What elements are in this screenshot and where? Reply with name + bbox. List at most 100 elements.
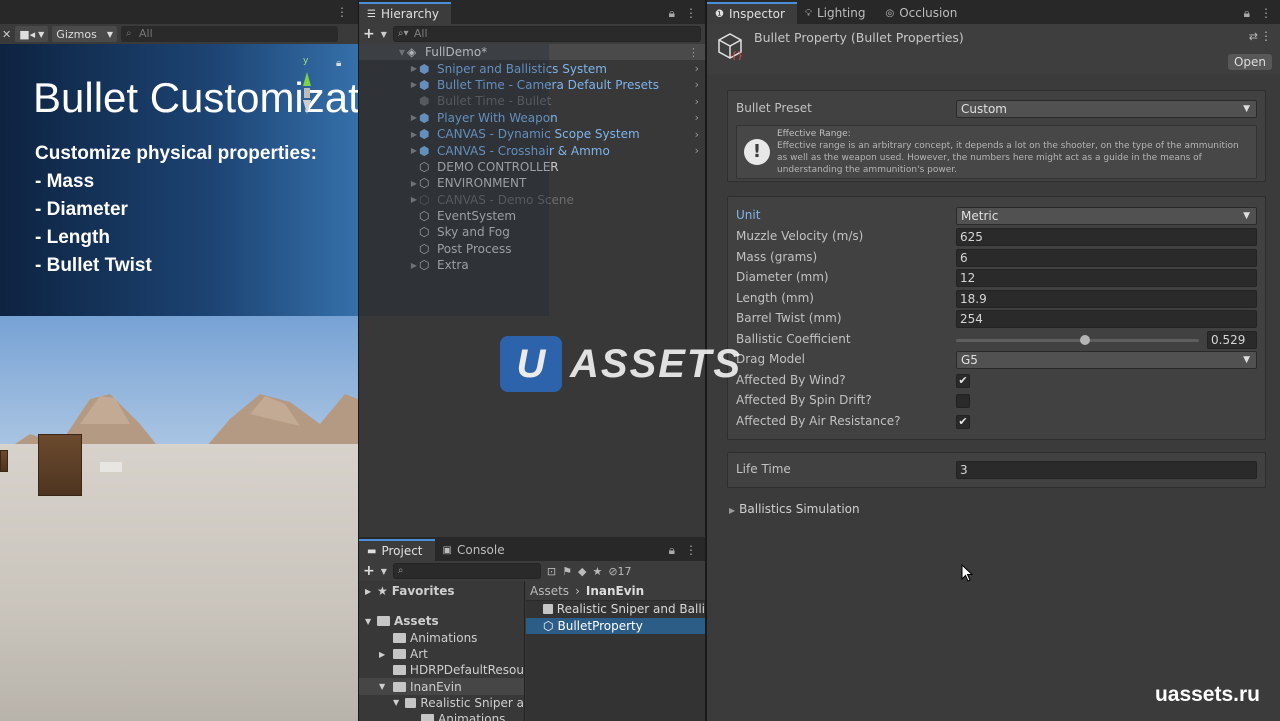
- bullet-preset-dropdown[interactable]: Custom ▼: [956, 100, 1257, 118]
- muzzle-velocity-field[interactable]: 625: [956, 228, 1257, 246]
- life-time-field[interactable]: 3: [956, 461, 1257, 479]
- length-field[interactable]: 18.9: [956, 289, 1257, 308]
- foldout-label: Ballistics Simulation: [739, 502, 860, 516]
- asset-item-folder[interactable]: Realistic Sniper and Balli: [526, 601, 705, 618]
- tree-item[interactable]: ▼ Realistic Sniper a: [359, 695, 524, 711]
- ballistic-coefficient-slider[interactable]: [956, 334, 1199, 345]
- lock-icon[interactable]: 🔒︎: [1244, 6, 1250, 21]
- hierarchy-item[interactable]: ⬡ EventSystem: [359, 208, 705, 224]
- spin-drift-checkbox[interactable]: [956, 394, 970, 408]
- hidden-packages-button[interactable]: ⊘17: [608, 565, 631, 578]
- label-tag-icon[interactable]: ◆: [578, 565, 586, 578]
- tree-item-favorites[interactable]: ▶ ★ Favorites: [359, 583, 524, 599]
- kebab-menu-icon[interactable]: ⋮: [1260, 29, 1272, 43]
- ballistic-coefficient-field[interactable]: 0.529: [1207, 330, 1257, 349]
- open-prefab-arrow-icon[interactable]: ›: [695, 128, 699, 141]
- tab-occlusion[interactable]: ◎ Occlusion: [877, 2, 969, 24]
- tree-item[interactable]: Animations: [359, 711, 524, 721]
- kebab-menu-icon[interactable]: ⋮: [1260, 6, 1272, 20]
- gizmos-button[interactable]: Gizmos ▼: [52, 26, 117, 42]
- tree-item-assets[interactable]: ▼ Assets: [359, 613, 524, 629]
- ballistics-simulation-foldout[interactable]: ▶ Ballistics Simulation: [729, 502, 860, 516]
- collapsed-arrow-icon[interactable]: ▶: [409, 261, 419, 270]
- mass-field[interactable]: 6: [956, 248, 1257, 267]
- breadcrumb-item[interactable]: Assets: [530, 584, 569, 598]
- tab-project[interactable]: ▬ Project: [359, 539, 435, 561]
- project-search-input[interactable]: ⌕: [392, 563, 541, 579]
- collapsed-arrow-icon[interactable]: ▶: [409, 179, 419, 188]
- kebab-menu-icon[interactable]: ⋮: [336, 5, 348, 19]
- hierarchy-item[interactable]: ▶ ⬡ Extra: [359, 257, 705, 273]
- search-by-type-icon[interactable]: ⊡: [547, 565, 556, 578]
- open-prefab-arrow-icon[interactable]: ›: [695, 144, 699, 157]
- star-icon[interactable]: ★: [592, 565, 602, 578]
- lock-icon[interactable]: 🔒︎: [336, 58, 341, 69]
- hierarchy-item[interactable]: ▶ ⬡ CANVAS - Demo Scene: [359, 192, 705, 208]
- filter-icon[interactable]: ⚑: [562, 565, 572, 578]
- collapsed-arrow-icon[interactable]: ▶: [409, 113, 419, 122]
- kebab-menu-icon[interactable]: ⋮: [685, 543, 697, 557]
- chevron-down-icon[interactable]: ▼: [381, 567, 387, 576]
- expand-arrow-icon[interactable]: ▼: [365, 617, 377, 626]
- open-button[interactable]: Open: [1227, 54, 1272, 70]
- tab-lighting[interactable]: 💡︎ Lighting: [797, 2, 878, 24]
- settings-sliders-icon[interactable]: ⇄: [1249, 30, 1258, 43]
- hierarchy-item[interactable]: ⬢ Bullet Time - Bullet ›: [359, 93, 705, 109]
- open-prefab-arrow-icon[interactable]: ›: [695, 78, 699, 91]
- kebab-menu-icon[interactable]: ⋮: [688, 46, 699, 59]
- orientation-gizmo-icon[interactable]: [300, 58, 314, 128]
- tab-console[interactable]: ▣ Console: [435, 539, 517, 561]
- kebab-menu-icon[interactable]: ⋮: [685, 6, 697, 20]
- bullet-preset-label: Bullet Preset: [736, 101, 812, 115]
- add-icon[interactable]: +: [363, 563, 375, 579]
- hierarchy-item[interactable]: ▶ ⬢ Sniper and Ballistics System ›: [359, 60, 705, 76]
- hierarchy-item[interactable]: ▶ ⬢ CANVAS - Crosshair & Ammo ›: [359, 142, 705, 158]
- open-prefab-arrow-icon[interactable]: ›: [695, 111, 699, 124]
- hierarchy-item[interactable]: ⬡ Sky and Fog: [359, 224, 705, 240]
- hierarchy-search-input[interactable]: ⌕▾ All: [392, 26, 701, 42]
- collapsed-arrow-icon[interactable]: ▶: [409, 146, 419, 155]
- unit-dropdown[interactable]: Metric ▼: [956, 207, 1257, 225]
- tree-item[interactable]: HDRPDefaultResou: [359, 662, 524, 678]
- asset-item-bulletproperty[interactable]: ⬡ BulletProperty: [526, 617, 705, 634]
- breadcrumb-item[interactable]: InanEvin: [586, 584, 644, 598]
- expand-arrow-icon[interactable]: ▼: [393, 698, 405, 707]
- lock-icon[interactable]: 🔒︎: [669, 543, 675, 558]
- scene-row[interactable]: ▼ ◈ FullDemo* ⋮: [359, 44, 705, 61]
- collapsed-arrow-icon[interactable]: ▶: [409, 80, 419, 89]
- lock-icon[interactable]: 🔒︎: [669, 6, 675, 21]
- collapsed-arrow-icon[interactable]: ▶: [365, 587, 377, 596]
- expand-arrow-icon[interactable]: ▼: [397, 48, 407, 57]
- hierarchy-item[interactable]: ▶ ⬢ CANVAS - Dynamic Scope System ›: [359, 126, 705, 142]
- slider-handle[interactable]: [1079, 334, 1090, 345]
- collapsed-arrow-icon[interactable]: ▶: [409, 195, 419, 204]
- open-prefab-arrow-icon[interactable]: ›: [695, 62, 699, 75]
- tree-item-label: Animations: [438, 712, 506, 721]
- tree-item[interactable]: ▼ InanEvin: [359, 678, 524, 695]
- hierarchy-item[interactable]: ▶ ⬢ Player With Weapon ›: [359, 110, 705, 126]
- open-prefab-arrow-icon[interactable]: ›: [695, 95, 699, 108]
- tab-hierarchy[interactable]: ☰ Hierarchy: [359, 2, 451, 24]
- tree-item[interactable]: ▶ Art: [359, 646, 524, 662]
- scene-search-input[interactable]: ⌕ All: [120, 26, 338, 42]
- barrel-twist-field[interactable]: 254: [956, 310, 1257, 328]
- collapsed-arrow-icon[interactable]: ▶: [409, 130, 419, 139]
- chevron-down-icon[interactable]: ▼: [381, 30, 387, 39]
- collapsed-arrow-icon[interactable]: ▶: [409, 64, 419, 73]
- collapsed-arrow-icon[interactable]: ▶: [379, 650, 393, 659]
- expand-arrow-icon[interactable]: ▼: [379, 682, 393, 691]
- add-icon[interactable]: +: [363, 26, 375, 42]
- air-resistance-checkbox[interactable]: ✔: [956, 414, 970, 429]
- drag-model-dropdown[interactable]: G5 ▼: [956, 351, 1257, 369]
- diameter-field[interactable]: 12: [956, 269, 1257, 287]
- hierarchy-item[interactable]: ⬡ Post Process: [359, 241, 705, 257]
- tree-item[interactable]: Animations: [359, 630, 524, 646]
- tab-inspector[interactable]: ❶ Inspector: [707, 2, 797, 24]
- hierarchy-item[interactable]: ▶ ⬢ Bullet Time - Camera Default Presets ›: [359, 77, 705, 93]
- hierarchy-item[interactable]: ⬡ DEMO CONTROLLER: [359, 159, 705, 175]
- move-tool-icon[interactable]: ✕: [2, 28, 11, 41]
- camera-button[interactable]: ■◂ ▼: [15, 26, 49, 42]
- scene-view-panel[interactable]: ⋮ ✕ ■◂▼ Gizmos▼ ⌕All Bullet Customizatio…: [0, 0, 358, 721]
- hierarchy-item[interactable]: ▶ ⬡ ENVIRONMENT: [359, 175, 705, 191]
- wind-checkbox[interactable]: ✔: [956, 373, 970, 388]
